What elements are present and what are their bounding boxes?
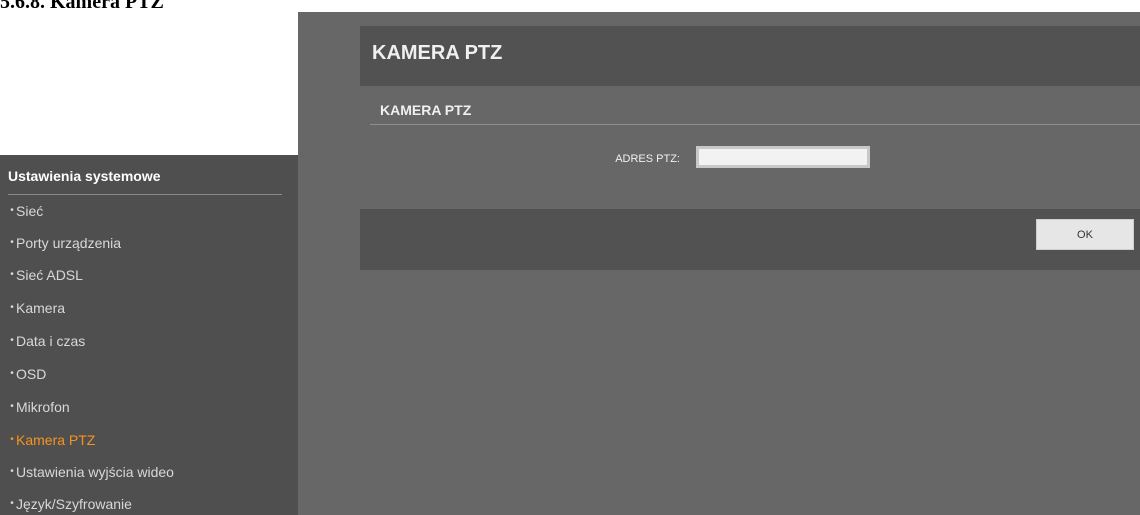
sidebar-item-label: Ustawienia wyjścia wideo (16, 464, 174, 480)
document-heading: 5.6.8. Kamera PTZ (0, 0, 164, 13)
sidebar-item-kamera[interactable]: • Kamera (8, 298, 65, 318)
page-header: KAMERA PTZ (360, 26, 1140, 86)
sidebar-title: Ustawienia systemowe (8, 168, 161, 184)
section-divider (370, 124, 1140, 125)
sidebar-item-label: Porty urządzenia (16, 235, 122, 251)
sidebar-item-jezyk-szyfrowanie[interactable]: • Język/Szyfrowanie (8, 494, 132, 514)
sidebar-item-label: OSD (16, 366, 47, 382)
bullet-icon: • (10, 302, 14, 313)
bullet-icon: • (10, 466, 14, 477)
sidebar-item-label: Data i czas (16, 333, 86, 349)
sidebar-item-label: Kamera PTZ (16, 432, 96, 448)
bullet-icon: • (10, 434, 14, 445)
bullet-icon: • (10, 335, 14, 346)
section-title: KAMERA PTZ (380, 102, 472, 118)
bullet-icon: • (10, 368, 14, 379)
sidebar-item-label: Sieć (16, 203, 44, 219)
ptz-address-label: ADRES PTZ: (615, 153, 680, 165)
bullet-icon: • (10, 237, 14, 248)
sidebar-divider (8, 194, 282, 195)
sidebar-item-ustawienia-wyjscia-wideo[interactable]: • Ustawienia wyjścia wideo (8, 462, 174, 482)
sidebar-item-label: Mikrofon (16, 399, 70, 415)
sidebar-item-mikrofon[interactable]: • Mikrofon (8, 397, 70, 417)
bullet-icon: • (10, 401, 14, 412)
sidebar-item-porty-urzadzenia[interactable]: • Porty urządzenia (8, 233, 121, 253)
bullet-icon: • (10, 269, 14, 280)
sidebar-item-data-i-czas[interactable]: • Data i czas (8, 331, 85, 351)
sidebar: Ustawienia systemowe • Sieć • Porty urządz… (0, 155, 298, 515)
sidebar-item-siec[interactable]: • Sieć (8, 201, 43, 221)
sidebar-item-osd[interactable]: • OSD (8, 364, 46, 384)
main-content: KAMERA PTZ KAMERA PTZ ADRES PTZ: OK (298, 12, 1140, 515)
ok-button[interactable]: OK (1036, 219, 1134, 250)
ptz-address-input[interactable] (696, 146, 870, 168)
bullet-icon: • (10, 205, 14, 216)
bullet-icon: • (10, 498, 14, 509)
page-title: KAMERA PTZ (372, 42, 503, 64)
button-bar: OK (360, 209, 1140, 270)
sidebar-item-kamera-ptz[interactable]: • Kamera PTZ (8, 430, 95, 450)
sidebar-item-label: Kamera (16, 300, 66, 316)
sidebar-item-siec-adsl[interactable]: • Sieć ADSL (8, 265, 83, 285)
sidebar-item-label: Sieć ADSL (16, 267, 83, 283)
sidebar-item-label: Język/Szyfrowanie (16, 496, 132, 512)
